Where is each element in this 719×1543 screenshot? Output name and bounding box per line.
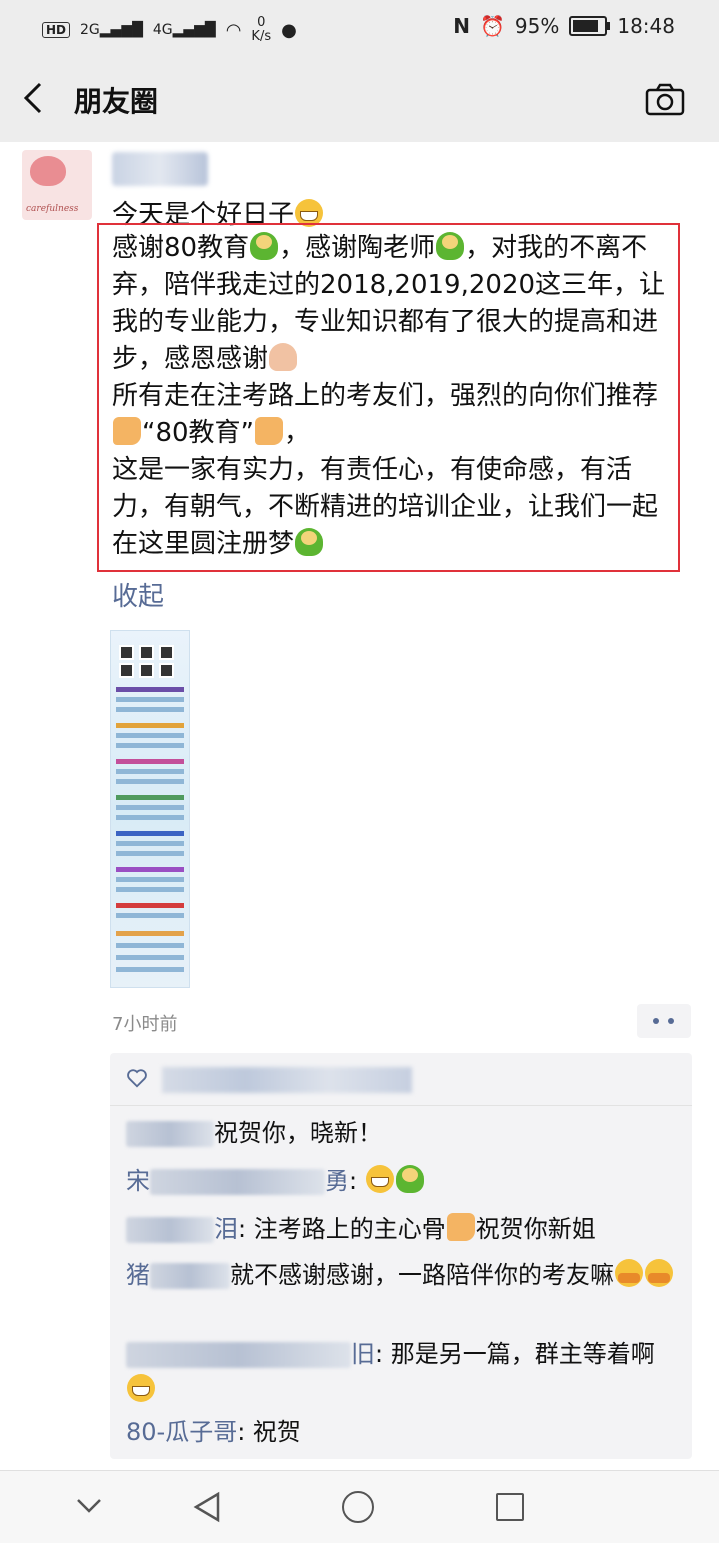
grin-emoji-icon xyxy=(127,1374,155,1402)
post-time: 7小时前 xyxy=(112,1014,178,1035)
moments-feed: carefulness 今天是个好日子 感谢80教育 ，感谢陶老师 ，对我的不离不弃… xyxy=(0,142,719,1470)
top-app-bar: 朋友圈 xyxy=(0,58,719,142)
comment-item[interactable]: 祝贺你，晓新！ xyxy=(126,1115,681,1151)
signal-4g-icon: 4G▂▄▆█ xyxy=(152,22,216,38)
status-bar: HD 2G▂▄▆█ 4G▂▄▆█ ◠ 0 K/s ● N ⏰ 95% 18:48 xyxy=(0,0,719,58)
signal-2g-icon: 2G▂▄▆█ xyxy=(80,22,143,38)
nav-triangle-back-icon[interactable] xyxy=(192,1491,222,1523)
more-dots-icon[interactable] xyxy=(637,1004,691,1038)
commenter-blurred xyxy=(126,1121,214,1147)
likes-row xyxy=(110,1053,692,1106)
comment-item[interactable]: 旧: 那是另一篇，群主等着啊 xyxy=(126,1336,681,1408)
comment-item[interactable]: 猪就不感谢感谢，一路陪伴你的考友嘛 xyxy=(126,1257,681,1293)
system-nav-bar xyxy=(0,1470,719,1543)
avatar-heart xyxy=(30,156,66,186)
bean-emoji-icon xyxy=(295,528,324,556)
clock: 18:48 xyxy=(617,14,675,38)
thumbs-up-emoji-icon xyxy=(113,417,141,445)
comment-item[interactable]: 宋勇: xyxy=(126,1163,681,1199)
post-body: 感谢80教育 ，感谢陶老师 ，对我的不离不弃，陪伴我走过的2018,2019,202… xyxy=(112,232,666,559)
bean-emoji-icon xyxy=(250,232,279,260)
back-arrow-icon[interactable] xyxy=(20,78,60,122)
status-right: N ⏰ 95% 18:48 xyxy=(453,14,675,38)
comments-panel: 祝贺你，晓新！ 宋勇: 泪: 注考路上的主心骨 祝贺你新姐 猪就不感谢感谢，一路陪… xyxy=(110,1053,692,1459)
network-speed: 0 K/s xyxy=(251,15,272,44)
camera-icon[interactable] xyxy=(645,82,685,118)
thumbs-up-emoji-icon xyxy=(255,417,284,445)
grin-emoji-icon xyxy=(365,1165,394,1193)
avatar-logo-text: carefulness xyxy=(26,204,79,214)
nav-recent-icon[interactable] xyxy=(496,1493,524,1521)
commenter-blurred xyxy=(150,1169,325,1195)
likers-blurred[interactable] xyxy=(162,1067,412,1093)
crying-emoji-icon xyxy=(615,1259,643,1287)
collapse-link[interactable]: 收起 xyxy=(112,576,164,613)
status-left: HD 2G▂▄▆█ 4G▂▄▆█ ◠ 0 K/s ● xyxy=(42,16,297,44)
battery-icon xyxy=(569,16,611,36)
page-title: 朋友圈 xyxy=(74,85,159,118)
commenter-blurred xyxy=(150,1263,230,1289)
pray-emoji-icon xyxy=(269,343,298,371)
wifi-icon: ◠ xyxy=(225,19,242,41)
comment-item[interactable]: 80-瓜子哥: 祝贺 xyxy=(126,1414,681,1450)
battery-percent: 95% xyxy=(514,14,560,38)
alarm-icon: ⏰ xyxy=(480,14,505,38)
heart-outline-icon xyxy=(126,1067,148,1089)
bean-emoji-icon xyxy=(436,232,465,260)
commenter-blurred xyxy=(126,1342,351,1368)
commenter-blurred xyxy=(126,1217,214,1243)
avatar[interactable]: carefulness xyxy=(22,150,92,220)
hd-badge: HD xyxy=(42,22,71,38)
qq-icon: ● xyxy=(281,19,297,41)
comment-item[interactable]: 泪: 注考路上的主心骨 祝贺你新姐 xyxy=(126,1211,681,1247)
crying-emoji-icon xyxy=(645,1259,673,1287)
post-image-thumbnail[interactable] xyxy=(110,630,190,988)
nav-back-icon[interactable] xyxy=(76,1497,102,1515)
thumbs-up-emoji-icon xyxy=(446,1213,475,1241)
author-name-blurred[interactable] xyxy=(112,152,208,186)
nav-home-icon[interactable] xyxy=(342,1491,374,1523)
bean-emoji-icon xyxy=(395,1165,424,1193)
nfc-icon: N xyxy=(453,14,470,38)
